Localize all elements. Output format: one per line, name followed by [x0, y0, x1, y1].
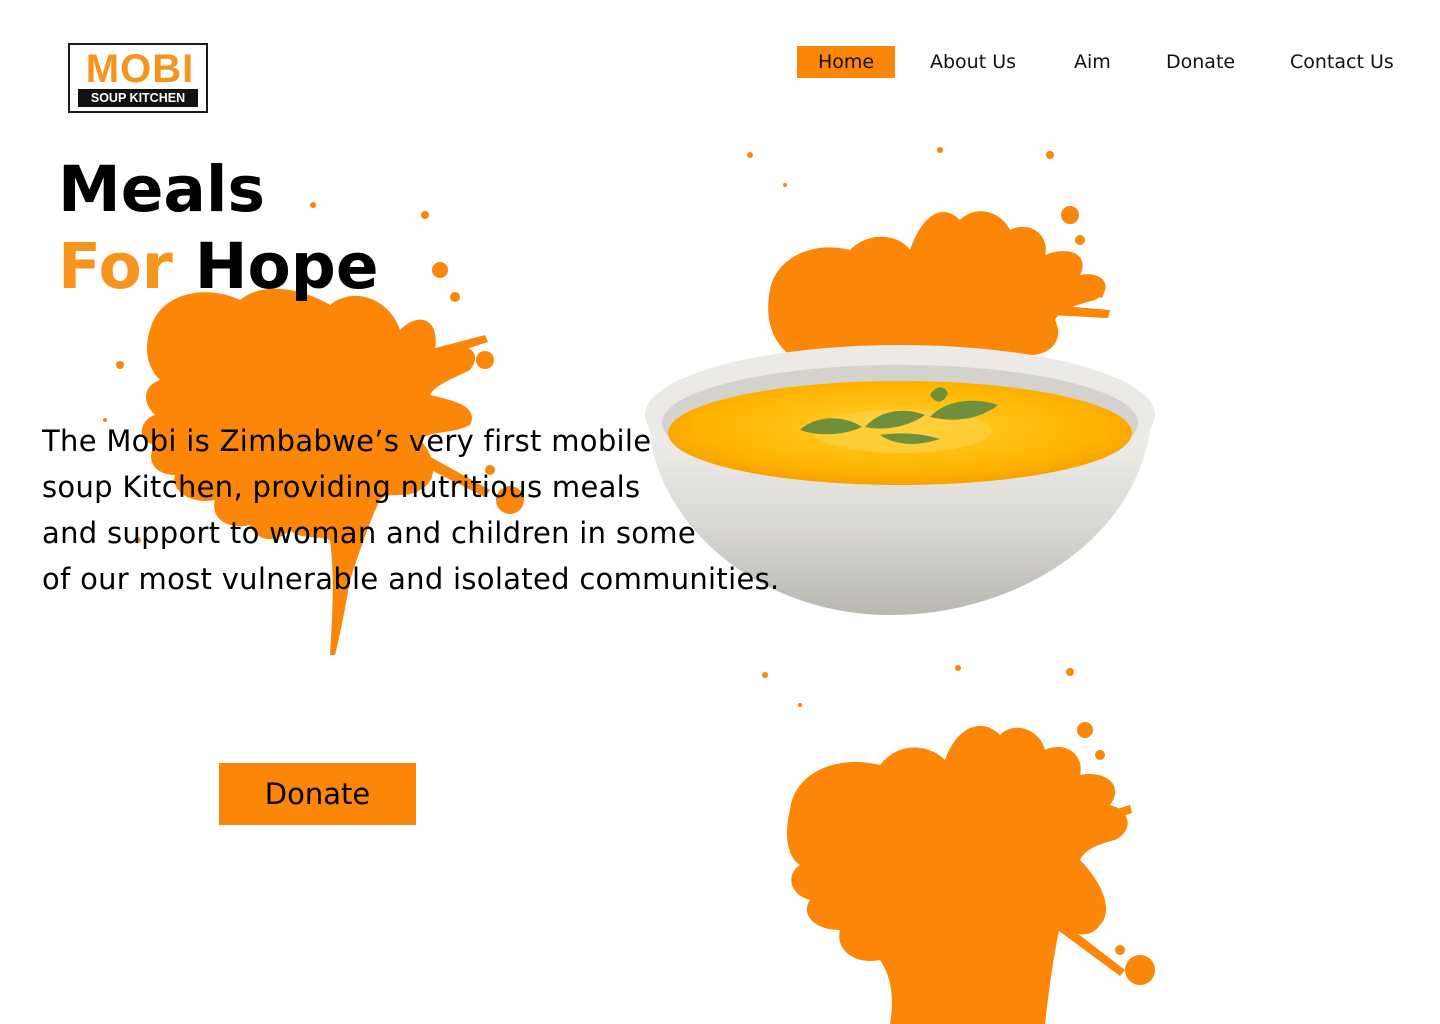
- hero-title-line1: Meals: [58, 153, 266, 226]
- description-line: The Mobi is Zimbabwe’s very first mobile: [42, 424, 652, 458]
- description-line: soup Kitchen, providing nutritious meals: [42, 470, 641, 504]
- nav-home[interactable]: Home: [797, 46, 895, 78]
- nav-contact-us[interactable]: Contact Us: [1290, 46, 1394, 78]
- logo-tagline: SOUP KITCHEN: [78, 89, 198, 107]
- nav-aim[interactable]: Aim: [1074, 46, 1111, 78]
- donate-button[interactable]: Donate: [219, 763, 416, 825]
- splash-bottom-right: [762, 665, 1155, 1024]
- nav-donate[interactable]: Donate: [1166, 46, 1235, 78]
- description-line: of our most vulnerable and isolated comm…: [42, 562, 780, 596]
- hero-title-line2: For Hope: [58, 229, 379, 305]
- hero-description: The Mobi is Zimbabwe’s very first mobile…: [42, 418, 780, 602]
- logo-wordmark: MOBI: [85, 47, 195, 91]
- description-line: and support to woman and children in som…: [42, 516, 696, 550]
- hero-title-rest: Hope: [194, 230, 379, 303]
- hero-title-accent: For: [58, 230, 173, 303]
- logo[interactable]: MOBI SOUP KITCHEN: [68, 43, 208, 113]
- nav-about-us[interactable]: About Us: [930, 46, 1016, 78]
